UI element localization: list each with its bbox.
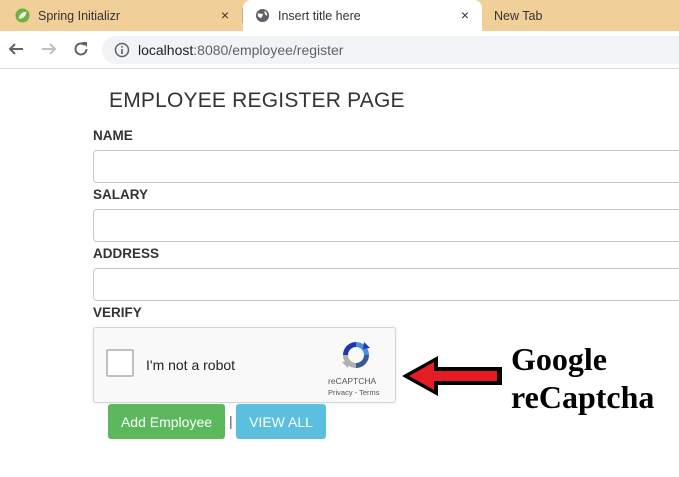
add-employee-button[interactable]: Add Employee: [108, 404, 225, 439]
recaptcha-privacy-terms-links[interactable]: Privacy - Terms: [328, 388, 380, 397]
page-title: EMPLOYEE REGISTER PAGE: [109, 89, 405, 112]
tab-title: New Tab: [494, 8, 543, 23]
forward-arrow-icon[interactable]: [40, 40, 58, 58]
name-input[interactable]: [93, 150, 679, 183]
tab-spring-initializr[interactable]: Spring Initializr ×: [0, 0, 242, 31]
annotation-line-1: Google: [511, 341, 607, 377]
globe-icon: [255, 8, 270, 23]
url-path: :8080/employee/register: [193, 42, 344, 58]
url-text: localhost:8080/employee/register: [138, 42, 343, 58]
close-tab-icon[interactable]: ×: [218, 8, 232, 22]
verify-label: VERIFY: [93, 305, 142, 320]
tab-title: Insert title here: [278, 8, 361, 23]
view-all-button[interactable]: VIEW ALL: [236, 404, 326, 439]
recaptcha-brand: reCAPTCHA: [328, 376, 377, 386]
tab-insert-title-here[interactable]: Insert title here ×: [243, 0, 482, 31]
recaptcha-label: I'm not a robot: [146, 357, 236, 373]
close-tab-icon[interactable]: ×: [458, 8, 472, 22]
button-separator: |: [229, 413, 233, 429]
tab-title: Spring Initializr: [38, 8, 120, 23]
recaptcha-checkbox[interactable]: [106, 349, 134, 377]
tab-new-tab[interactable]: New Tab: [482, 0, 679, 31]
recaptcha-logo-icon: [342, 342, 370, 368]
salary-input[interactable]: [93, 209, 679, 242]
salary-label: SALARY: [93, 187, 149, 202]
annotation-line-2: reCaptcha: [511, 379, 655, 415]
tab-bar: Spring Initializr × Insert title here × …: [0, 0, 679, 31]
browser-toolbar: localhost:8080/employee/register: [0, 31, 679, 69]
annotation-label: Google reCaptcha: [511, 340, 679, 416]
address-bar[interactable]: localhost:8080/employee/register: [102, 36, 679, 64]
address-label: ADDRESS: [93, 246, 160, 261]
url-host: localhost: [138, 42, 194, 58]
annotation-arrow-icon: [402, 356, 502, 396]
info-icon[interactable]: [114, 42, 130, 58]
reload-icon[interactable]: [72, 40, 90, 58]
spring-leaf-icon: [15, 8, 30, 23]
back-arrow-icon[interactable]: [7, 40, 25, 58]
address-input[interactable]: [93, 268, 679, 301]
name-label: NAME: [93, 128, 133, 143]
recaptcha-widget: I'm not a robot reCAPTCHA Privacy - Term…: [93, 327, 396, 403]
